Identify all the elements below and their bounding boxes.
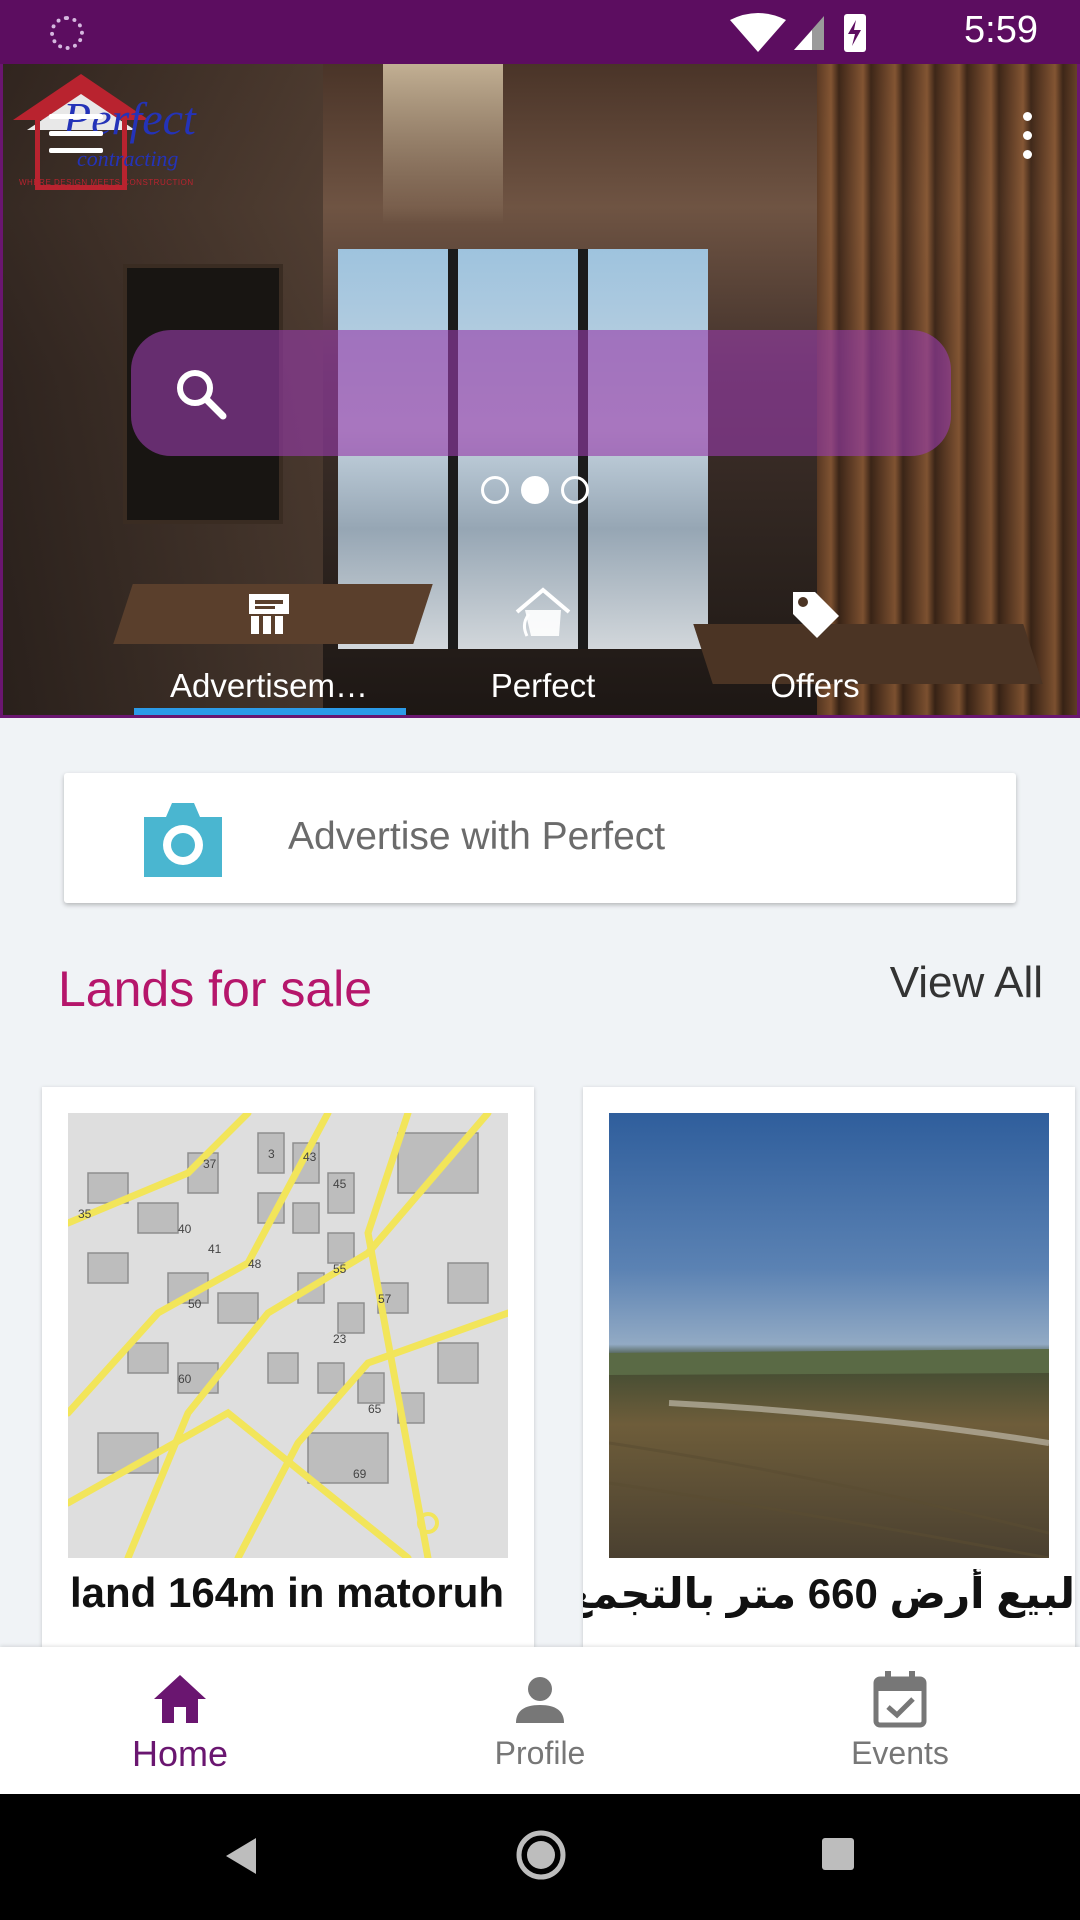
status-icons <box>730 13 866 52</box>
perfect-logo-icon <box>515 587 571 637</box>
home-icon <box>154 1675 206 1723</box>
nav-home[interactable]: Home <box>0 1647 360 1794</box>
listing-card[interactable]: 37 3 43 45 40 41 48 50 55 57 23 60 65 69 35 land 1… <box>42 1087 534 1647</box>
search-bar[interactable] <box>131 330 951 456</box>
nav-profile[interactable]: Profile <box>360 1647 720 1794</box>
app-logo: Perfect contracting WHERE DESIGN MEETS C… <box>13 74 213 190</box>
advertisement-icon <box>249 594 289 634</box>
section-title: Lands for sale <box>58 961 373 1017</box>
field-image <box>609 1113 1049 1558</box>
tab-label: Offers <box>770 667 860 704</box>
tab-offers[interactable]: Offers <box>680 564 950 715</box>
search-input[interactable] <box>251 358 911 428</box>
svg-text:65: 65 <box>368 1402 382 1416</box>
search-icon[interactable] <box>173 366 229 422</box>
svg-text:41: 41 <box>208 1242 222 1256</box>
svg-text:50: 50 <box>188 1297 202 1311</box>
tab-label: Perfect <box>490 667 596 704</box>
menu-icon[interactable] <box>49 114 103 154</box>
tab-perfect[interactable]: Perfect <box>408 564 678 715</box>
wifi-icon <box>730 13 786 52</box>
card-title: لبيع أرض 660 متر بالتجمع <box>583 1570 1075 1617</box>
nav-label: Profile <box>494 1735 586 1771</box>
system-navigation-bar <box>0 1794 1080 1920</box>
map-image: 37 3 43 45 40 41 48 50 55 57 23 60 65 69 35 <box>68 1113 508 1558</box>
advertise-label: Advertise with Perfect <box>288 815 666 858</box>
svg-text:45: 45 <box>333 1177 347 1191</box>
bottom-navigation: Home Profile Events <box>0 1647 1080 1794</box>
nav-events[interactable]: Events <box>720 1647 1080 1794</box>
logo-tagline: WHERE DESIGN MEETS CONSTRUCTION <box>19 178 194 187</box>
svg-text:37: 37 <box>203 1157 217 1171</box>
back-icon[interactable] <box>222 1834 260 1878</box>
tag-icon <box>793 592 839 638</box>
advertise-card[interactable]: Advertise with Perfect <box>64 773 1016 903</box>
listing-card[interactable]: لبيع أرض 660 متر بالتجمع <box>583 1087 1075 1647</box>
calendar-check-icon <box>873 1671 927 1728</box>
svg-text:23: 23 <box>333 1332 347 1346</box>
svg-text:57: 57 <box>378 1292 392 1306</box>
hero-header: Perfect contracting WHERE DESIGN MEETS C… <box>0 64 1080 718</box>
camera-icon <box>144 803 222 877</box>
card-title: land 164m in matoruh <box>70 1569 505 1616</box>
svg-text:43: 43 <box>303 1150 317 1164</box>
status-bar: 5:59 <box>0 0 1080 64</box>
notification-icon <box>50 16 84 50</box>
nav-label: Events <box>851 1735 949 1771</box>
clock: 5:59 <box>964 9 1038 51</box>
recents-icon[interactable] <box>820 1836 856 1872</box>
tab-bar: Advertisem… Perfect Offers <box>3 564 1077 715</box>
svg-text:69: 69 <box>353 1467 367 1481</box>
svg-text:55: 55 <box>333 1262 347 1276</box>
nav-label: Home <box>131 1733 229 1774</box>
tab-advertisements[interactable]: Advertisem… <box>134 564 404 715</box>
carousel-dot[interactable] <box>561 476 589 504</box>
svg-text:40: 40 <box>178 1222 192 1236</box>
svg-text:3: 3 <box>268 1147 275 1161</box>
home-button-icon[interactable] <box>514 1828 568 1882</box>
person-icon <box>516 1677 564 1723</box>
svg-text:60: 60 <box>178 1372 192 1386</box>
tab-label: Advertisem… <box>169 667 369 704</box>
carousel-dot[interactable] <box>481 476 509 504</box>
view-all-link[interactable]: View All <box>890 958 1043 1008</box>
more-options-icon[interactable] <box>1019 112 1035 162</box>
svg-text:48: 48 <box>248 1257 262 1271</box>
svg-text:35: 35 <box>78 1207 92 1221</box>
tab-indicator <box>134 708 406 715</box>
carousel-dot-active[interactable] <box>521 476 549 504</box>
